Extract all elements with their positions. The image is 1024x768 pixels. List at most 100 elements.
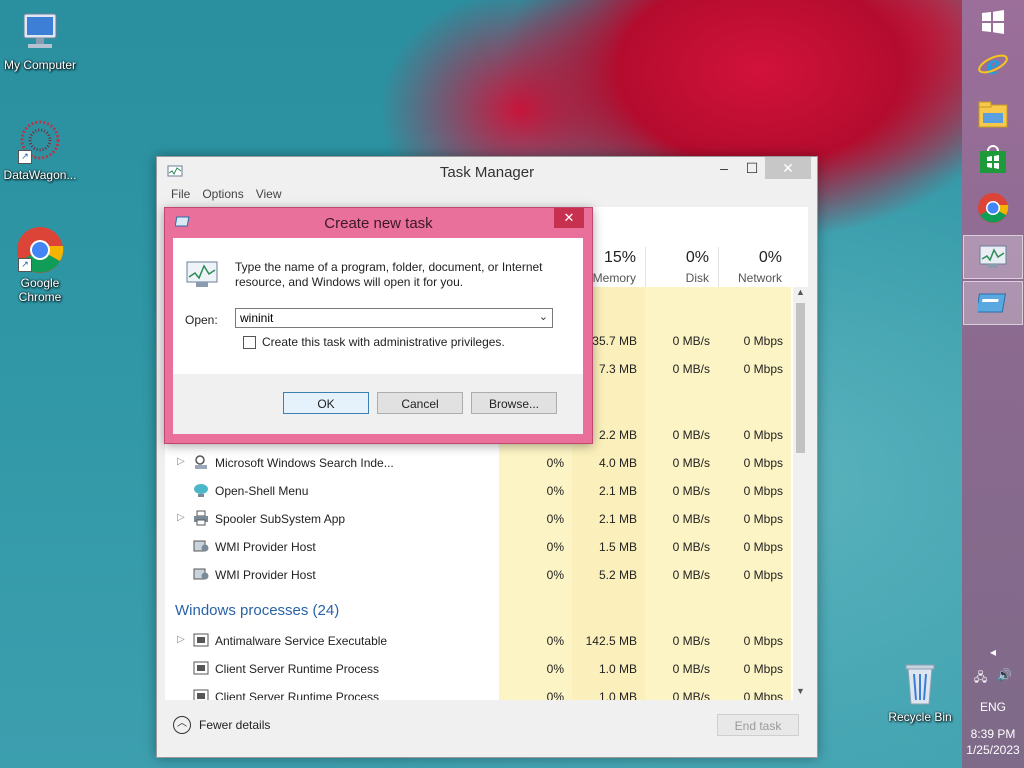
run-dialog-icon [978,293,1007,313]
taskbar-run-dialog[interactable] [963,281,1023,325]
admin-privileges-option[interactable]: Create this task with administrative pri… [243,335,505,349]
cpu-cell: 0% [546,512,564,526]
close-button[interactable]: ✕ [765,157,811,179]
cpu-cell: 0% [546,484,564,498]
task-manager-icon [185,260,219,293]
network-cell: 0 Mbps [743,484,783,498]
desktop-icon-recycle-bin[interactable]: Recycle Bin [880,660,960,724]
folder-icon [978,101,1008,128]
open-combobox[interactable]: ⌄ [235,308,553,328]
memory-cell: 4.0 MB [598,456,637,470]
scroll-up-icon[interactable]: ▲ [793,287,808,301]
clock-date[interactable]: 1/25/2023 [962,743,1024,757]
table-row[interactable]: ▷ Microsoft Windows Search Inde... 0% 4.… [165,449,793,477]
process-name: Client Server Runtime Process [215,662,380,676]
desktop-icon-label: Google Chrome [18,276,62,304]
desktop-icon-label: DataWagon... [3,168,77,182]
language-indicator[interactable]: ENG [962,700,1024,714]
dialog-title-bar[interactable]: Create new task ✕ [165,208,592,238]
disk-cell: 0 MB/s [672,568,710,582]
open-input[interactable] [240,310,530,326]
menu-view[interactable]: View [256,187,282,205]
title-bar[interactable]: Task Manager – ☐ ✕ [157,157,817,187]
vertical-scrollbar[interactable]: ▲ ▼ [793,287,808,700]
computer-icon [16,8,64,56]
table-row[interactable]: ▷ Spooler SubSystem App 0% 2.1 MB 0 MB/s… [165,505,793,533]
datawagon-icon: ↗ [16,118,64,166]
chevron-down-icon[interactable]: ⌄ [539,310,548,323]
desktop-icon-label: Recycle Bin [888,710,952,724]
memory-cell: 1.0 MB [598,690,637,700]
process-name: Antimalware Service Executable [215,634,388,648]
menu-file[interactable]: File [171,187,190,205]
clock-time[interactable]: 8:39 PM [962,727,1024,741]
scrollbar-thumb[interactable] [796,303,805,453]
network-cell: 0 Mbps [743,662,783,676]
disk-cell: 0 MB/s [672,690,710,700]
desktop-icon-google-chrome[interactable]: ↗ Google Chrome [0,226,80,304]
process-icon [193,688,209,700]
network-cell: 0 Mbps [743,540,783,554]
taskbar-chrome[interactable] [962,186,1024,230]
memory-cell: 1.5 MB [598,540,637,554]
table-row[interactable]: WMI Provider Host 0% 5.2 MB 0 MB/s 0 Mbp… [165,561,793,589]
internet-explorer-icon: e [978,48,1008,80]
header-disk[interactable]: 0% Disk [645,247,717,287]
chrome-icon: ↗ [16,226,64,274]
show-hidden-icons-icon[interactable]: ◂ [962,645,1024,659]
shortcut-arrow-icon: ↗ [18,150,32,164]
store-icon [980,145,1006,173]
memory-cell: 1.0 MB [598,662,637,676]
network-cell: 0 Mbps [743,512,783,526]
svg-text:e: e [986,48,999,80]
disk-cell: 0 MB/s [672,512,710,526]
dialog-content: Type the name of a program, folder, docu… [173,238,583,434]
start-button[interactable] [962,0,1024,44]
network-cell: 0 Mbps [743,568,783,582]
taskbar-file-explorer[interactable] [962,92,1024,136]
cancel-button[interactable]: Cancel [377,392,463,414]
network-label: Network [737,271,782,285]
browse-button[interactable]: Browse... [471,392,557,414]
table-row[interactable]: WMI Provider Host 0% 1.5 MB 0 MB/s 0 Mbp… [165,533,793,561]
desktop-icon-my-computer[interactable]: My Computer [0,8,80,72]
header-network[interactable]: 0% Network [718,247,790,287]
expand-arrow-icon[interactable]: ▷ [177,634,185,645]
expand-arrow-icon[interactable]: ▷ [177,512,185,523]
open-label: Open: [185,313,218,327]
shortcut-arrow-icon: ↗ [18,258,32,272]
cpu-cell: 0% [546,540,564,554]
network-icon[interactable]: 🖧 [974,668,987,689]
process-name: Spooler SubSystem App [215,512,346,526]
expand-arrow-icon[interactable]: ▷ [177,456,185,467]
taskbar-store[interactable] [962,138,1024,182]
process-icon [193,632,209,648]
process-name: Client Server Runtime Process [215,690,380,700]
table-row[interactable]: Open-Shell Menu 0% 2.1 MB 0 MB/s 0 Mbps [165,477,793,505]
cpu-cell: 0% [546,662,564,676]
disk-cell: 0 MB/s [672,428,710,442]
fewer-details-button[interactable]: ︿ Fewer details [173,716,270,734]
table-row[interactable]: ▷ Antimalware Service Executable 0% 142.… [165,627,793,655]
desktop-icon-label: My Computer [3,58,77,72]
process-name: Open-Shell Menu [215,484,309,498]
cpu-cell: 0% [546,568,564,582]
taskbar-task-manager[interactable] [963,235,1023,279]
maximize-button[interactable]: ☐ [737,157,767,179]
minimize-button[interactable]: – [709,157,739,179]
dialog-close-button[interactable]: ✕ [554,208,584,228]
desktop-icon-datawagon[interactable]: ↗ DataWagon... [0,118,80,182]
ok-button[interactable]: OK [283,392,369,414]
search-indexer-icon [193,454,209,470]
process-name: Microsoft Windows Search Inde... [215,456,394,470]
admin-privileges-checkbox[interactable] [243,335,256,349]
table-row[interactable]: Client Server Runtime Process 0% 1.0 MB … [165,655,793,683]
table-row[interactable]: Client Server Runtime Process 0% 1.0 MB … [165,683,793,700]
end-task-button[interactable]: End task [717,714,799,736]
menu-options[interactable]: Options [202,187,243,205]
taskbar-internet-explorer[interactable]: e [962,42,1024,86]
group-header-windows-processes[interactable]: Windows processes (24) [175,602,339,619]
volume-icon[interactable]: 🔊 [997,668,1012,689]
scroll-down-icon[interactable]: ▼ [793,686,808,700]
chevron-up-icon: ︿ [173,716,191,734]
